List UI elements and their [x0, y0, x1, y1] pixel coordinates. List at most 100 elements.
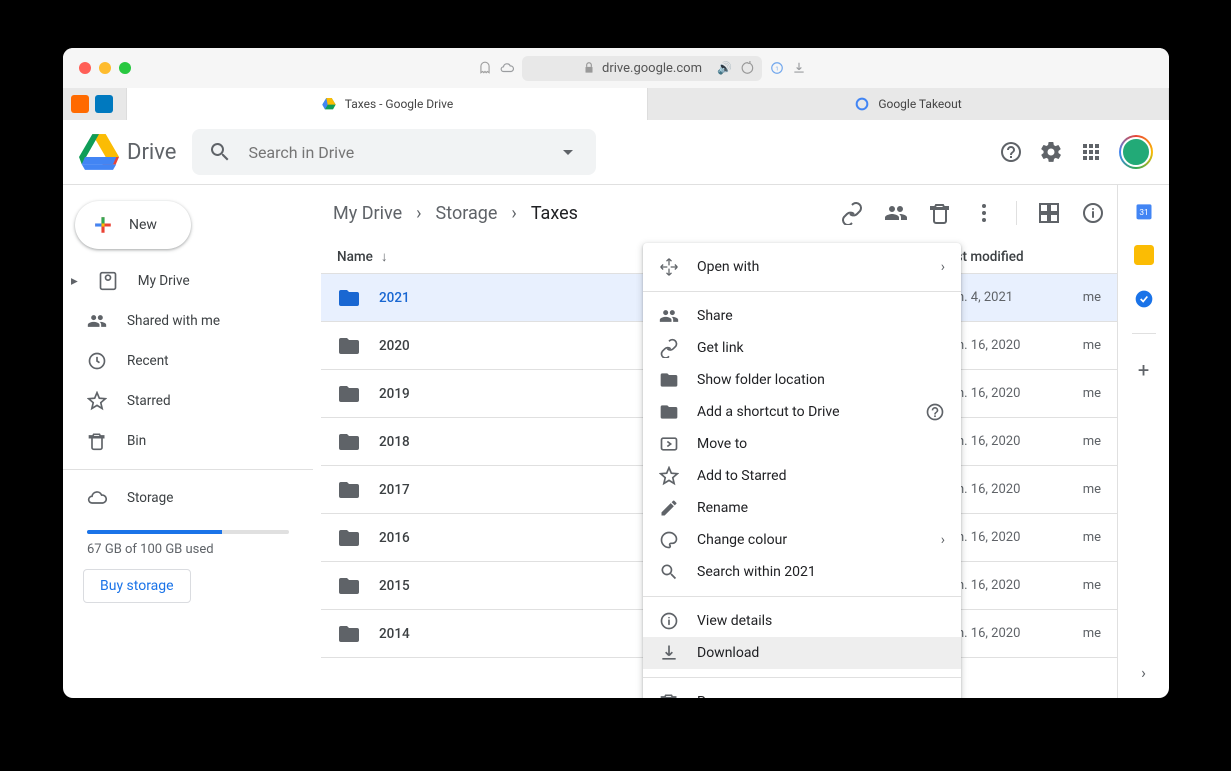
calendar-icon[interactable]: 31	[1134, 201, 1154, 221]
downloads-icon[interactable]	[792, 61, 806, 75]
cloud-icon[interactable]	[500, 61, 514, 75]
clock-icon	[87, 351, 107, 371]
maximize-window-button[interactable]	[119, 62, 131, 74]
minimize-window-button[interactable]	[99, 62, 111, 74]
ctx-move[interactable]: Move to	[643, 428, 961, 460]
new-button[interactable]: New	[75, 201, 191, 249]
ctx-link[interactable]: Get link	[643, 332, 961, 364]
collapse-rail-icon[interactable]: ›	[1141, 663, 1146, 682]
drive-icon	[321, 96, 337, 112]
ctx-label: Share	[697, 308, 733, 324]
breadcrumb-0[interactable]: My Drive	[327, 199, 408, 228]
bookmark-2[interactable]	[95, 95, 113, 113]
buy-storage-button[interactable]: Buy storage	[83, 569, 191, 603]
search-icon	[208, 140, 232, 164]
tab-takeout[interactable]: Google Takeout	[648, 88, 1169, 120]
folder-icon	[337, 478, 361, 502]
share-icon[interactable]	[884, 201, 908, 225]
apps-icon[interactable]	[1079, 140, 1103, 164]
cloud-icon	[87, 488, 107, 508]
more-icon[interactable]	[972, 201, 996, 225]
password-manager-icon[interactable]: 1	[770, 61, 784, 75]
sidebar-item-starred[interactable]: Starred	[63, 381, 301, 421]
column-name[interactable]: Name	[337, 249, 373, 265]
color-icon	[659, 530, 679, 550]
reload-icon[interactable]	[740, 61, 754, 75]
download-icon	[659, 643, 679, 663]
rename-icon	[659, 498, 679, 518]
app-header: Drive	[63, 120, 1169, 184]
browser-tabs: Taxes - Google Drive Google Takeout	[63, 88, 1169, 120]
account-avatar[interactable]	[1119, 135, 1153, 169]
search-input[interactable]	[248, 143, 539, 162]
search-dropdown-icon[interactable]	[556, 140, 580, 164]
tab-drive[interactable]: Taxes - Google Drive	[127, 88, 648, 120]
ctx-rename[interactable]: Rename	[643, 492, 961, 524]
sidebar-item-recent[interactable]: Recent	[63, 341, 301, 381]
file-owner: me	[1083, 626, 1101, 641]
bookmark-1[interactable]	[71, 95, 89, 113]
sort-arrow-icon[interactable]: ↓	[381, 249, 388, 265]
sidebar-item-bin[interactable]: Bin	[63, 421, 301, 461]
ctx-color[interactable]: Change colour ›	[643, 524, 961, 556]
help-icon[interactable]	[925, 402, 945, 422]
sidebar-item-mydrive[interactable]: ▸ My Drive	[63, 261, 301, 301]
ctx-open[interactable]: Open with›	[643, 251, 961, 283]
help-icon[interactable]	[999, 140, 1023, 164]
ctx-label: Add to Starred	[697, 468, 786, 484]
ctx-star[interactable]: Add to Starred	[643, 460, 961, 492]
tab-label: Google Takeout	[878, 97, 961, 111]
storage-text: 67 GB of 100 GB used	[87, 542, 289, 557]
new-label: New	[129, 217, 157, 233]
trash-icon	[659, 692, 679, 698]
breadcrumb-2[interactable]: Taxes	[525, 199, 584, 228]
ctx-trash[interactable]: Remove	[643, 686, 961, 698]
app-name: Drive	[127, 140, 176, 165]
ctx-download[interactable]: Download	[643, 637, 961, 669]
search-icon	[659, 562, 679, 582]
column-modified[interactable]: Last modified	[941, 249, 1101, 265]
file-date: Jan. 16, 2020	[943, 578, 1083, 593]
ctx-search[interactable]: Search within 2021	[643, 556, 961, 588]
file-date: Jan. 16, 2020	[943, 434, 1083, 449]
file-date: Jan. 16, 2020	[943, 530, 1083, 545]
bin-icon	[87, 431, 107, 451]
file-date: Jan. 16, 2020	[943, 482, 1083, 497]
sidebar-item-shared[interactable]: Shared with me	[63, 301, 301, 341]
share-icon	[659, 306, 679, 326]
ctx-folder[interactable]: Show folder location	[643, 364, 961, 396]
settings-icon[interactable]	[1039, 140, 1063, 164]
file-date: Jan. 16, 2020	[943, 338, 1083, 353]
keep-icon[interactable]	[1134, 245, 1154, 265]
ctx-share[interactable]: Share	[643, 300, 961, 332]
chevron-icon: ›	[416, 203, 421, 224]
trash-icon[interactable]	[928, 201, 952, 225]
tasks-icon[interactable]	[1134, 289, 1154, 309]
url-bar[interactable]: drive.google.com 🔊	[522, 56, 762, 81]
sidebar-item-storage[interactable]: Storage	[63, 478, 301, 518]
grid-view-icon[interactable]	[1037, 201, 1061, 225]
submenu-icon: ›	[941, 532, 945, 548]
info-icon[interactable]	[1081, 201, 1105, 225]
folder-icon	[337, 334, 361, 358]
ghost-icon[interactable]	[478, 61, 492, 75]
close-window-button[interactable]	[79, 62, 91, 74]
move-icon	[659, 434, 679, 454]
lock-icon	[582, 61, 596, 75]
ctx-label: Change colour	[697, 532, 787, 548]
drive-logo[interactable]: Drive	[79, 134, 176, 170]
ctx-info[interactable]: View details	[643, 605, 961, 637]
link-icon[interactable]	[840, 201, 864, 225]
audio-icon[interactable]: 🔊	[717, 61, 732, 75]
file-owner: me	[1083, 578, 1101, 593]
add-addon-icon[interactable]: +	[1138, 358, 1149, 382]
file-owner: me	[1083, 482, 1101, 497]
ctx-shortcut[interactable]: Add a shortcut to Drive	[643, 396, 961, 428]
breadcrumb-1[interactable]: Storage	[430, 199, 504, 228]
file-date: Jan. 16, 2020	[943, 626, 1083, 641]
ctx-label: Open with	[697, 259, 759, 275]
mac-titlebar: drive.google.com 🔊 1	[63, 48, 1169, 88]
storage-bar	[87, 530, 289, 534]
search-box[interactable]	[192, 129, 595, 175]
ctx-label: Download	[697, 645, 759, 661]
